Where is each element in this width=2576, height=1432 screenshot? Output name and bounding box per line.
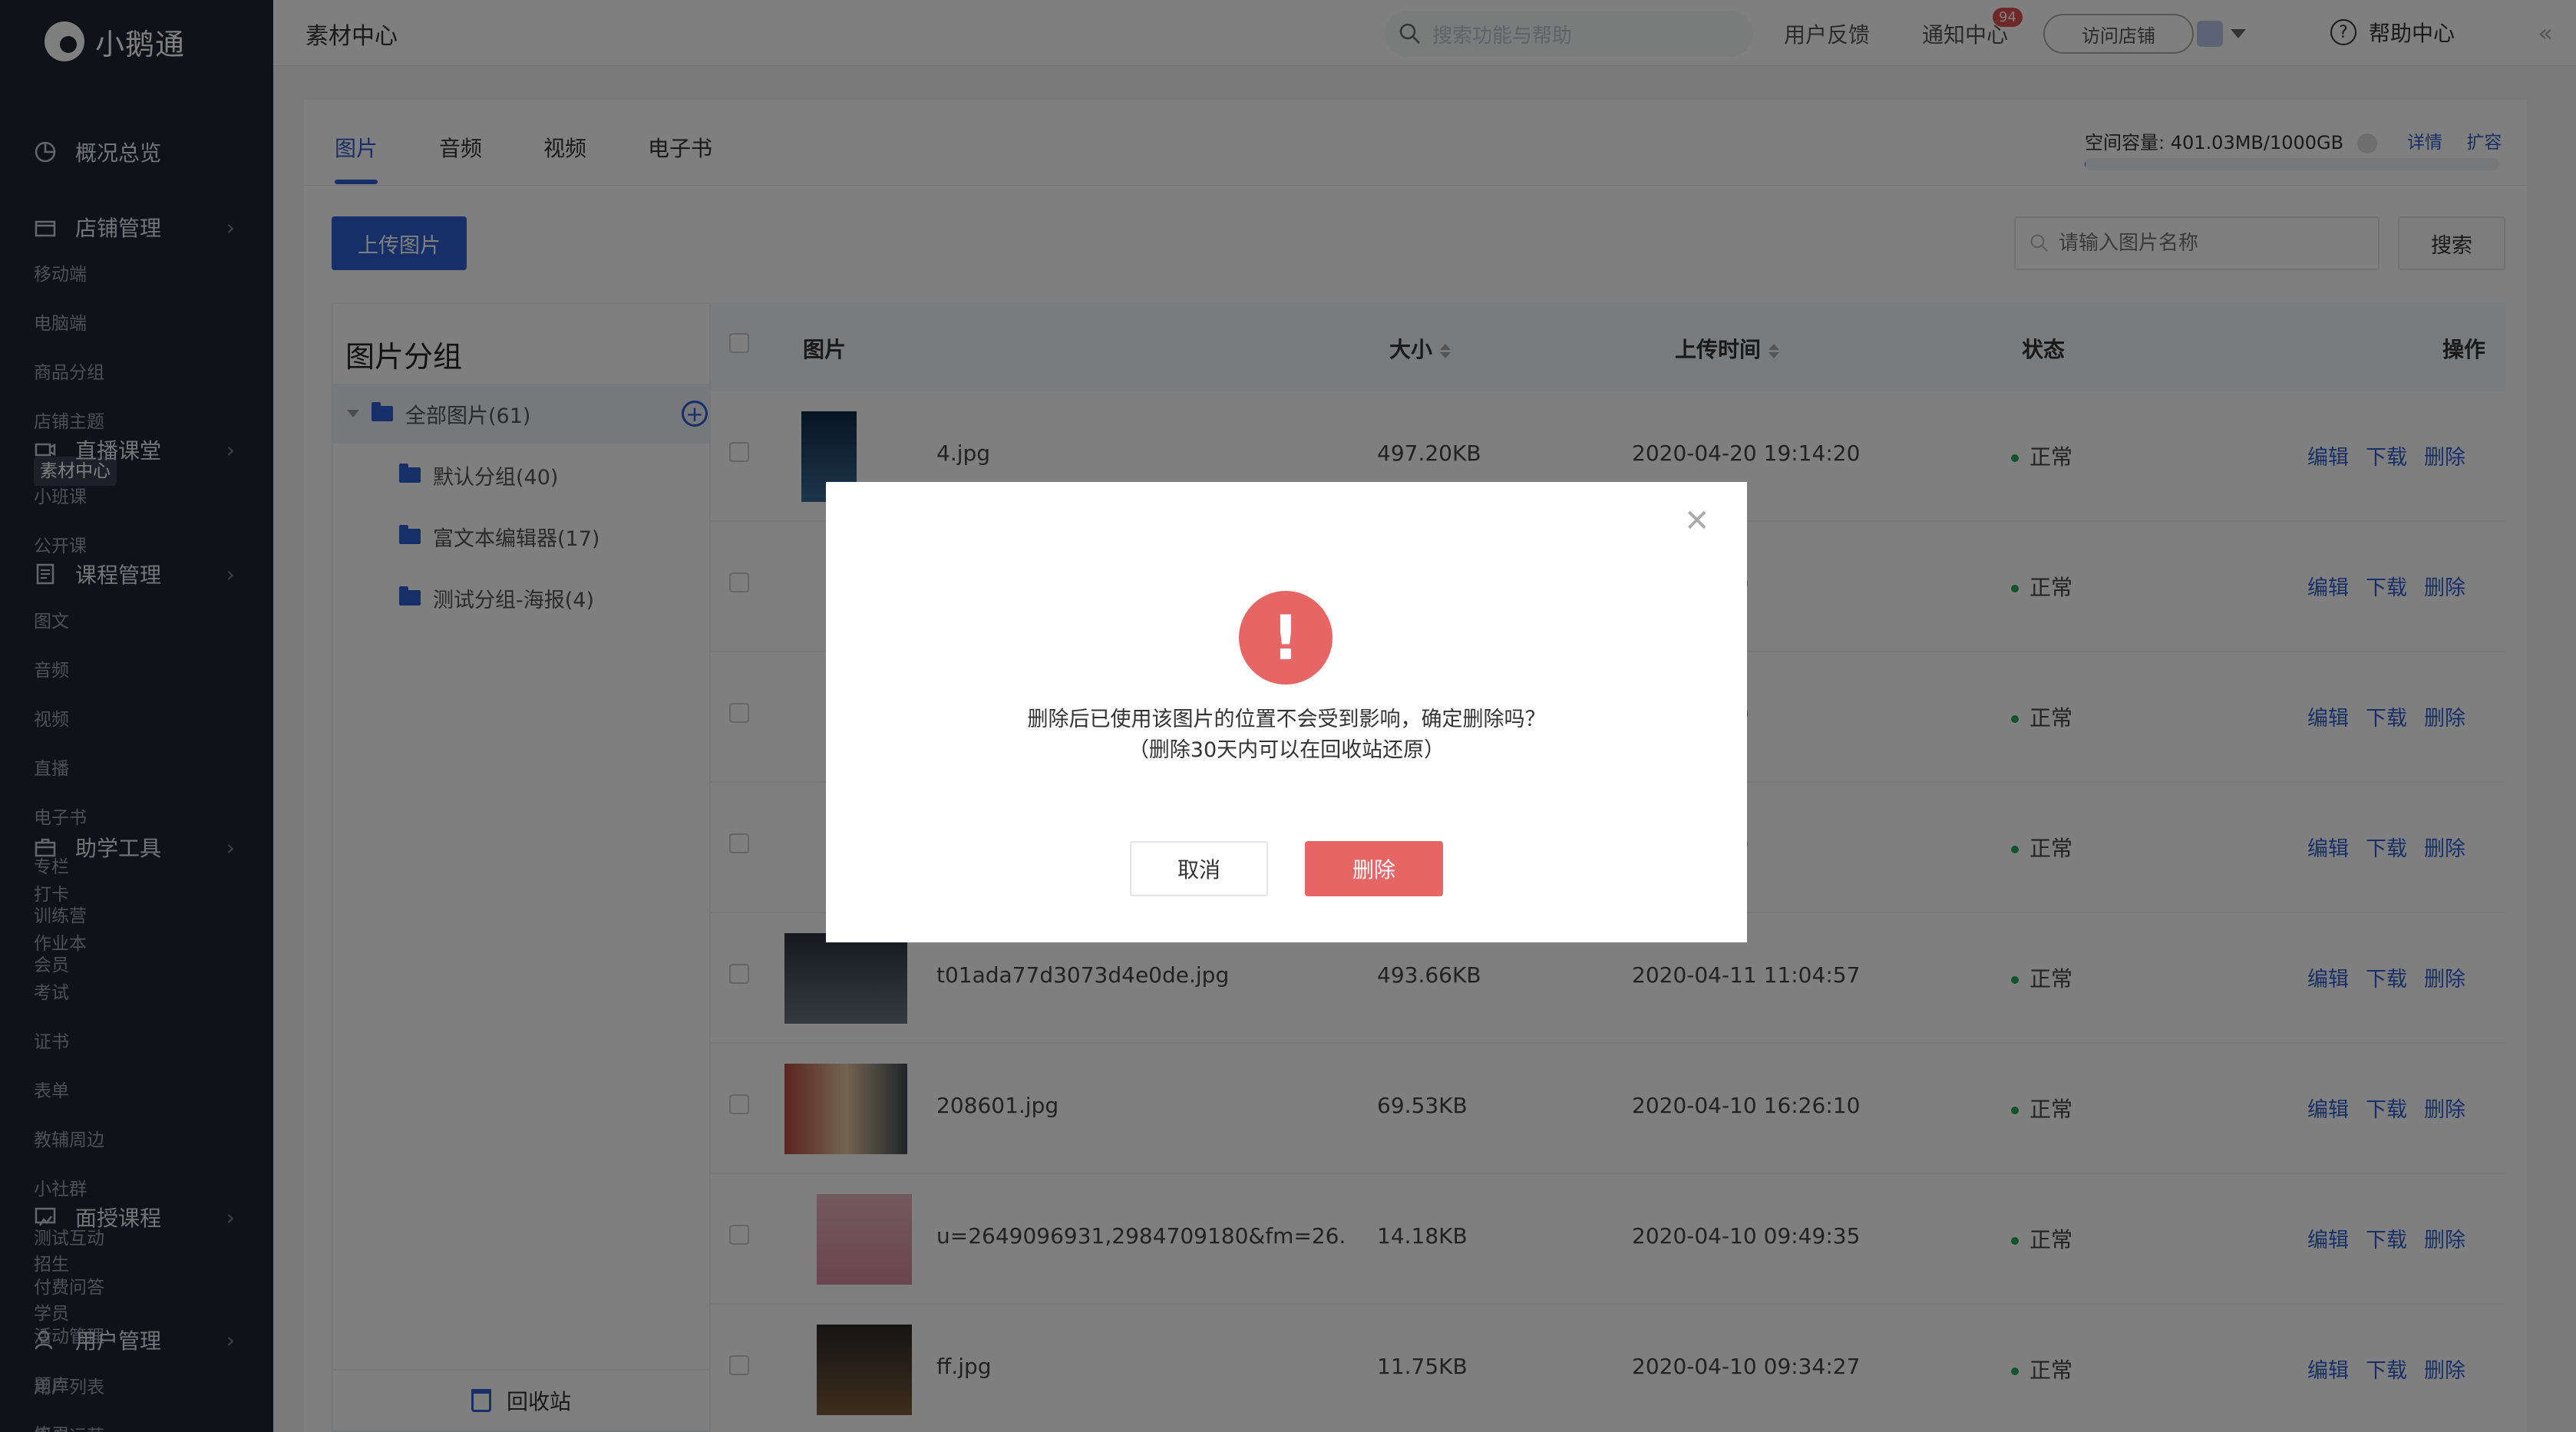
close-icon[interactable]: ✕	[1684, 503, 1710, 539]
dialog-message-line: 删除后已使用该图片的位置不会受到影响，确定删除吗？	[1027, 708, 1546, 731]
confirm-delete-button[interactable]: 删除	[1305, 841, 1443, 896]
delete-confirm-dialog: ✕ ! 删除后已使用该图片的位置不会受到影响，确定删除吗？ （删除30天内可以在…	[826, 482, 1747, 942]
warning-icon: !	[1239, 591, 1333, 685]
dialog-note-line: （删除30天内可以在回收站还原）	[1128, 738, 1445, 762]
cancel-button[interactable]: 取消	[1130, 841, 1268, 896]
dialog-message: 删除后已使用该图片的位置不会受到影响，确定删除吗？ （删除30天内可以在回收站还…	[826, 704, 1747, 766]
